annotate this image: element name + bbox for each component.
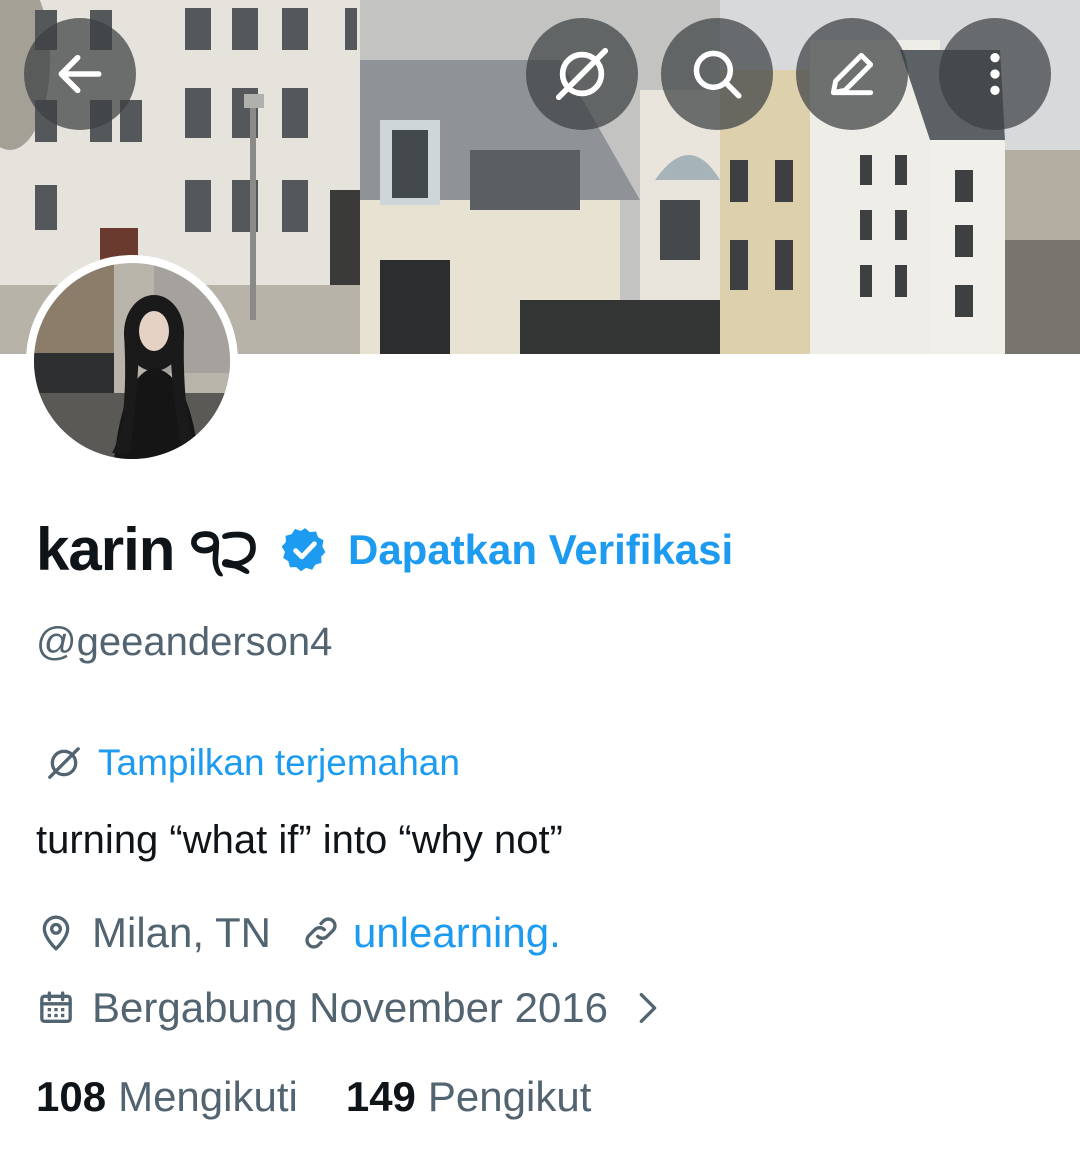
edit-button[interactable] — [796, 18, 908, 130]
avatar-photo — [34, 263, 230, 459]
followers-label: Pengikut — [427, 1073, 592, 1120]
profile-name-row: karin ੧੨ Dapatkan Verifikasi — [36, 512, 733, 588]
calendar-icon — [40, 991, 72, 1023]
translate-slash-icon — [555, 47, 609, 101]
show-translation-label: Tampilkan terjemahan — [98, 742, 460, 783]
following-label: Mengikuti — [118, 1073, 298, 1120]
profile-stats-row: 108 Mengikuti 149 Pengikut — [36, 1070, 591, 1124]
following-count: 108 — [36, 1073, 107, 1120]
location-pin-icon — [42, 915, 70, 951]
followers-count: 149 — [345, 1073, 416, 1120]
following-stat[interactable]: 108 Mengikuti — [36, 1073, 298, 1121]
profile-handle: @geeanderson4 — [36, 620, 333, 664]
profile-bio: turning “what if” into “why not” — [36, 818, 563, 862]
translate-slash-icon — [48, 747, 80, 779]
followers-stat[interactable]: 149 Pengikut — [346, 1073, 592, 1121]
back-button[interactable] — [24, 18, 136, 130]
pencil-icon — [830, 52, 874, 96]
search-button[interactable] — [661, 18, 773, 130]
more-options-button[interactable] — [939, 18, 1051, 130]
show-translation-button[interactable]: Tampilkan terjemahan — [44, 738, 460, 788]
display-name: karin ੧੨ — [36, 516, 259, 583]
get-verified-link[interactable]: Dapatkan Verifikasi — [348, 526, 733, 574]
profile-joined-date: Bergabung November 2016 — [92, 984, 609, 1031]
verified-badge-icon[interactable] — [280, 525, 330, 575]
translate-profile-button[interactable] — [526, 18, 638, 130]
profile-meta-joined-row[interactable]: Bergabung November 2016 — [36, 981, 662, 1035]
chevron-right-icon[interactable] — [634, 988, 662, 1028]
arrow-left-icon — [58, 54, 102, 94]
profile-website-link[interactable]: unlearning. — [353, 909, 561, 957]
profile-avatar[interactable] — [26, 255, 238, 467]
profile-location: Milan, TN — [92, 909, 271, 956]
more-vertical-icon — [990, 53, 1000, 95]
search-icon — [693, 50, 742, 99]
link-icon — [305, 917, 337, 949]
profile-meta-location-row: Milan, TN unlearning. — [36, 906, 561, 960]
